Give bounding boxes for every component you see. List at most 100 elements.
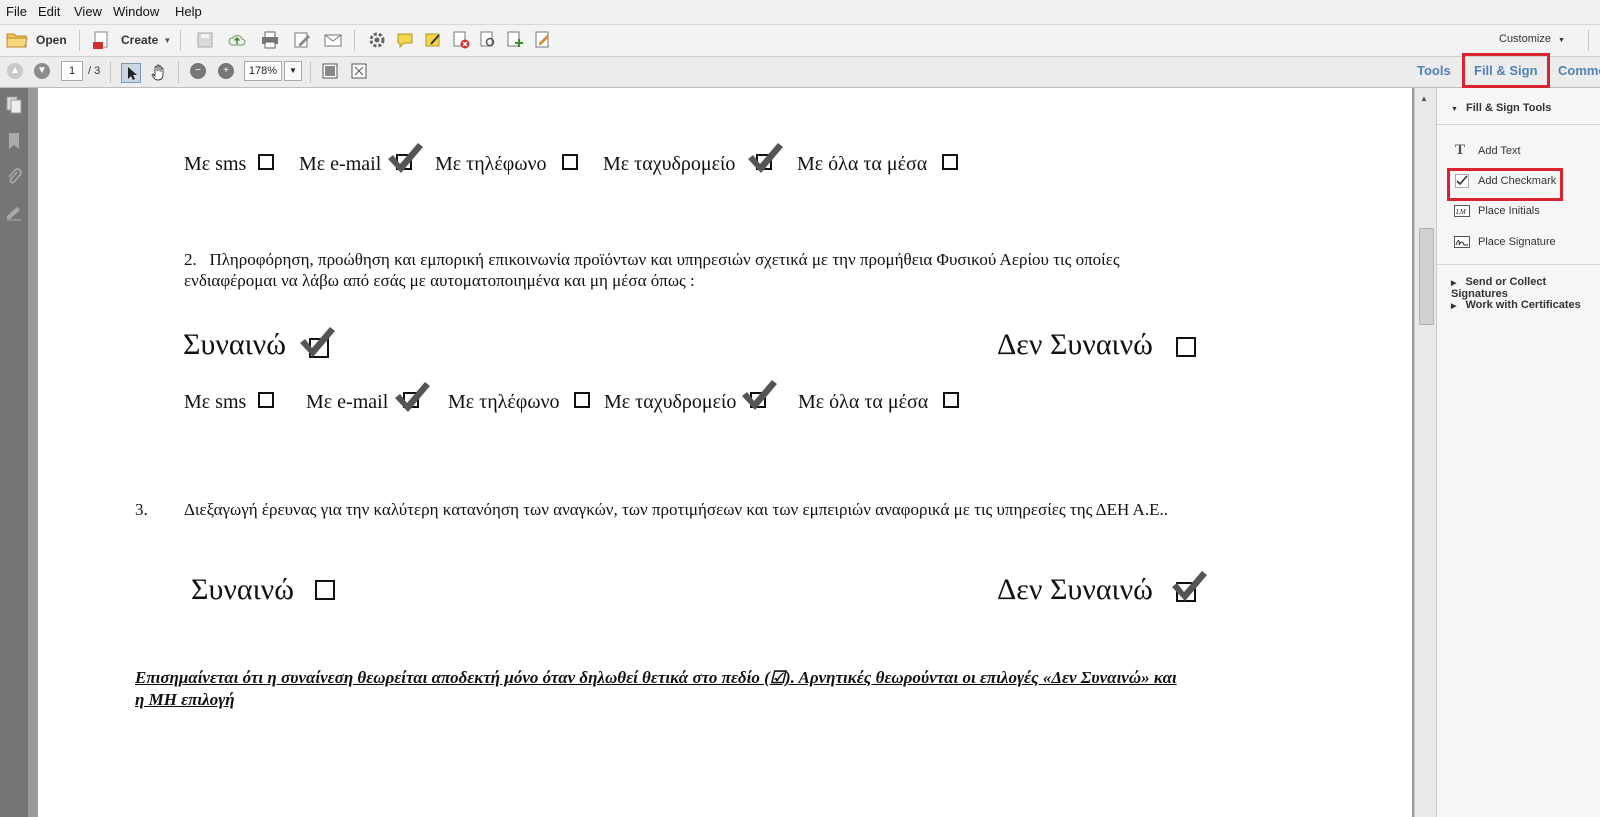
customize-label: Customize — [1499, 33, 1551, 45]
toolbar-separator — [180, 30, 181, 51]
option-sms-label: Με sms — [184, 153, 247, 175]
bookmarks-icon[interactable] — [6, 132, 22, 150]
all-checkbox[interactable] — [942, 154, 958, 170]
section-3-text: Διεξαγωγή έρευνας για την καλύτερη καταν… — [184, 500, 1168, 519]
print-icon[interactable] — [261, 31, 279, 49]
page-number-input[interactable]: 1 — [61, 61, 83, 81]
sms-checkbox[interactable] — [258, 154, 274, 170]
disagree-label: Δεν Συναινώ — [997, 573, 1153, 606]
checkmark-icon — [395, 382, 430, 412]
next-page-button[interactable]: ▼ — [34, 63, 50, 79]
option-all-label: Με όλα τα μέσα — [797, 153, 928, 175]
option-phone-label: Με τηλέφωνο — [435, 153, 547, 175]
signature-icon — [1454, 236, 1470, 248]
create-pdf-icon — [93, 31, 108, 49]
chevron-down-icon: ▼ — [1558, 37, 1565, 44]
form-fill-icon[interactable] — [534, 31, 552, 49]
zoom-level-input[interactable]: 178% — [244, 61, 282, 81]
toolbar-separator — [354, 30, 355, 51]
highlight-box — [1447, 168, 1563, 201]
email-icon[interactable] — [324, 31, 342, 49]
section-2-text: 2. Πληροφόρηση, προώθηση και εμπορική επ… — [184, 249, 1284, 270]
vertical-scrollbar[interactable]: ▲ — [1414, 88, 1437, 817]
main-toolbar: Open Create ▼ Customize ▼ — [0, 25, 1600, 57]
full-screen-icon[interactable] — [350, 62, 368, 80]
collapsed-triangle-icon: ▶ — [1451, 280, 1457, 287]
checkmark-icon — [742, 380, 777, 410]
section-2-line-1: Πληροφόρηση, προώθηση και εμπορική επικο… — [209, 250, 1120, 269]
menu-window[interactable]: Window — [113, 4, 159, 19]
scroll-thumb[interactable] — [1419, 228, 1434, 325]
checkmark-icon — [1172, 571, 1207, 601]
consent-note-line-1: Επισημαίνεται ότι η συναίνεση θεωρείται … — [135, 668, 1177, 687]
previous-page-button[interactable]: ▲ — [7, 63, 23, 79]
open-button[interactable]: Open — [6, 29, 67, 51]
toolbar-separator — [310, 61, 311, 83]
add-text-label: Add Text — [1478, 145, 1521, 157]
option-email-label: Με e-mail — [299, 153, 382, 175]
toolbar-separator — [178, 61, 179, 83]
fit-page-icon[interactable] — [321, 62, 339, 80]
send-collect-signatures-section[interactable]: ▶ Send or Collect Signatures — [1451, 276, 1600, 300]
open-label: Open — [36, 33, 67, 47]
checkmark-icon — [300, 327, 335, 357]
disagree-label: Δεν Συναινώ — [997, 328, 1153, 361]
divider — [1437, 264, 1600, 265]
phone-checkbox[interactable] — [562, 154, 578, 170]
fill-sign-tools-header[interactable]: ▼ Fill & Sign Tools — [1451, 102, 1551, 114]
zoom-out-button[interactable]: − — [190, 63, 206, 79]
sms-checkbox[interactable] — [258, 392, 274, 408]
sticky-note-icon[interactable] — [424, 31, 442, 49]
divider — [1437, 124, 1600, 125]
collapsed-triangle-icon: ▶ — [1451, 303, 1457, 310]
zoom-dropdown-button[interactable]: ▼ — [284, 61, 302, 81]
folder-icon — [6, 33, 28, 48]
menu-file[interactable]: File — [6, 4, 27, 19]
tab-tools[interactable]: Tools — [1417, 63, 1451, 78]
agree-label: Συναινώ — [183, 328, 286, 361]
menu-edit[interactable]: Edit — [38, 4, 60, 19]
phone-checkbox[interactable] — [574, 392, 590, 408]
create-button[interactable]: Create ▼ — [92, 29, 171, 51]
agree-checkbox[interactable] — [315, 580, 335, 600]
attachments-icon[interactable] — [6, 168, 22, 186]
page-thumbnails-icon[interactable] — [6, 96, 22, 114]
edit-document-icon[interactable] — [293, 31, 311, 49]
section-2-number: 2. — [184, 250, 197, 269]
highlight-box — [1462, 53, 1550, 88]
create-label: Create — [121, 33, 159, 47]
option-all-label: Με όλα τα μέσα — [798, 391, 929, 413]
option-email-label: Με e-mail — [306, 391, 389, 413]
comment-icon[interactable] — [396, 31, 414, 49]
fill-sign-tools-title: Fill & Sign Tools — [1466, 102, 1552, 114]
gear-icon[interactable] — [368, 31, 386, 49]
tab-comment[interactable]: Comme — [1558, 63, 1600, 78]
select-cursor-icon[interactable] — [121, 63, 141, 83]
zoom-in-button[interactable]: + — [218, 63, 234, 79]
work-with-certificates-section[interactable]: ▶ Work with Certificates — [1451, 299, 1581, 311]
insert-pages-icon[interactable] — [506, 31, 524, 49]
scroll-up-arrow[interactable]: ▲ — [1420, 94, 1428, 103]
customize-button[interactable]: Customize ▼ — [1499, 33, 1565, 45]
find-pages-icon[interactable] — [479, 31, 497, 49]
checkmark-icon — [388, 143, 423, 173]
hand-tool-icon[interactable] — [150, 63, 168, 81]
option-phone-label: Με τηλέφωνο — [448, 391, 560, 413]
delete-pages-icon[interactable] — [452, 31, 470, 49]
document-page — [38, 88, 1412, 817]
save-icon[interactable] — [196, 31, 214, 49]
disagree-checkbox[interactable] — [1176, 337, 1196, 357]
menu-bar: File Edit View Window Help — [0, 0, 1600, 25]
cloud-upload-icon[interactable] — [228, 31, 246, 49]
menu-help[interactable]: Help — [175, 4, 202, 19]
menu-view[interactable]: View — [74, 4, 102, 19]
work-with-certificates-label: Work with Certificates — [1465, 299, 1581, 311]
option-sms-label: Με sms — [184, 391, 247, 413]
all-checkbox[interactable] — [943, 392, 959, 408]
section-2-line-2: ενδιαφέρομαι να λάβω από εσάς με αυτοματ… — [184, 271, 695, 290]
place-initials-label: Place Initials — [1478, 205, 1540, 217]
chevron-down-icon: ▼ — [163, 35, 172, 45]
svg-text:LM: LM — [1455, 208, 1467, 216]
signatures-icon[interactable] — [6, 204, 22, 222]
toolbar-separator — [1588, 30, 1589, 51]
